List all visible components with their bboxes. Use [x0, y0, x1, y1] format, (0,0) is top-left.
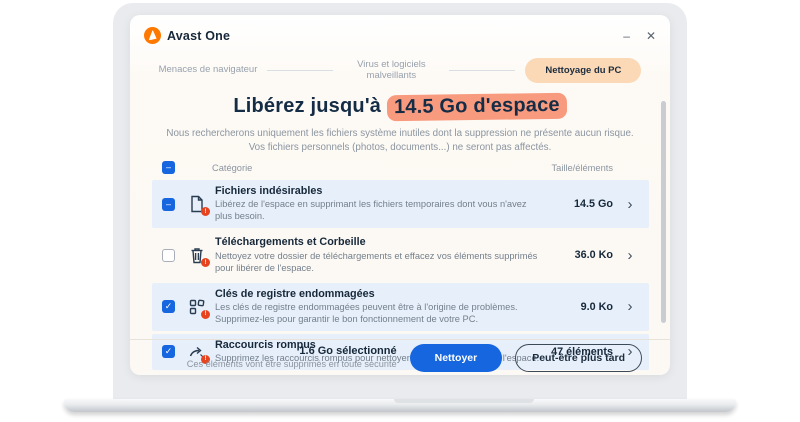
laptop-base-notch [394, 399, 534, 403]
chevron-right-icon[interactable]: › [621, 197, 639, 212]
registry-icon: ! [187, 297, 207, 317]
table-row[interactable]: – ! Fichiers indésirables Libérez de l'e… [152, 180, 649, 228]
row-description: Libérez de l'espace en supprimant les fi… [215, 199, 543, 223]
row-size: 14.5 Go [551, 198, 613, 210]
row-description: Nettoyez votre dossier de téléchargement… [215, 251, 543, 275]
row-size: 9.0 Ko [551, 301, 613, 313]
row-checkbox-checked[interactable]: ✓ [162, 300, 175, 313]
vertical-scrollbar[interactable] [661, 101, 666, 323]
select-all-checkbox[interactable]: – [162, 161, 175, 174]
alert-badge: ! [201, 207, 210, 216]
step-connector [267, 70, 333, 71]
title-highlight: 14.5 Go d'espace [387, 93, 567, 122]
minimize-icon[interactable]: – [623, 30, 630, 42]
scan-steps-nav: Menaces de navigateur Virus et logiciels… [130, 53, 670, 87]
page-subtitle: Nous rechercherons uniquement les fichie… [161, 127, 639, 154]
titlebar: Avast One – ✕ [130, 15, 670, 47]
app-title: Avast One [167, 29, 230, 43]
tab-browser-threats[interactable]: Menaces de navigateur [159, 64, 258, 75]
row-title: Fichiers indésirables [215, 185, 543, 198]
chevron-right-icon[interactable]: › [621, 248, 639, 263]
row-title: Clés de registre endommagées [215, 288, 543, 301]
maybe-later-button[interactable]: Peut-être plus tard [515, 344, 642, 372]
chevron-right-icon[interactable]: › [621, 299, 639, 314]
avast-logo-icon [144, 27, 161, 44]
row-description: Les clés de registre endommagées peuvent… [215, 302, 543, 326]
clean-button[interactable]: Nettoyer [410, 344, 503, 372]
page-title: Libérez jusqu'à 14.5 Go d'espace [130, 94, 670, 120]
row-title: Téléchargements et Corbeille [215, 236, 543, 249]
alert-badge: ! [201, 258, 210, 267]
alert-badge: ! [201, 310, 210, 319]
row-checkbox-indeterminate[interactable]: – [162, 198, 175, 211]
trash-icon: ! [187, 245, 207, 265]
close-icon[interactable]: ✕ [646, 30, 656, 42]
laptop-base [64, 399, 736, 412]
step-connector [449, 70, 515, 71]
row-checkbox-unchecked[interactable] [162, 249, 175, 262]
avast-one-window: Avast One – ✕ Menaces de navigateur Viru… [130, 15, 670, 375]
table-header: – Catégorie Taille/éléments [152, 161, 649, 180]
selected-note: Ces éléments vont être supprimés en tout… [187, 359, 397, 371]
laptop-mockup: Avast One – ✕ Menaces de navigateur Viru… [0, 0, 800, 422]
size-column-header: Taille/éléments [552, 163, 640, 173]
brand: Avast One [144, 27, 230, 44]
tab-viruses-malware[interactable]: Virus et logiciels malveillants [343, 59, 439, 82]
category-column-header: Catégorie [212, 163, 252, 173]
action-footer: 1.6 Go sélectionné Ces éléments vont êtr… [130, 339, 670, 375]
table-row[interactable]: ! Téléchargements et Corbeille Nettoyez … [152, 231, 649, 279]
tab-pc-cleanup-active[interactable]: Nettoyage du PC [525, 58, 641, 83]
table-row[interactable]: ✓ ! Clés de registre endommagées Les clé… [152, 283, 649, 331]
selected-total: 1.6 Go sélectionné [187, 344, 397, 358]
row-size: 36.0 Ko [551, 249, 613, 261]
junk-file-icon: ! [187, 194, 207, 214]
